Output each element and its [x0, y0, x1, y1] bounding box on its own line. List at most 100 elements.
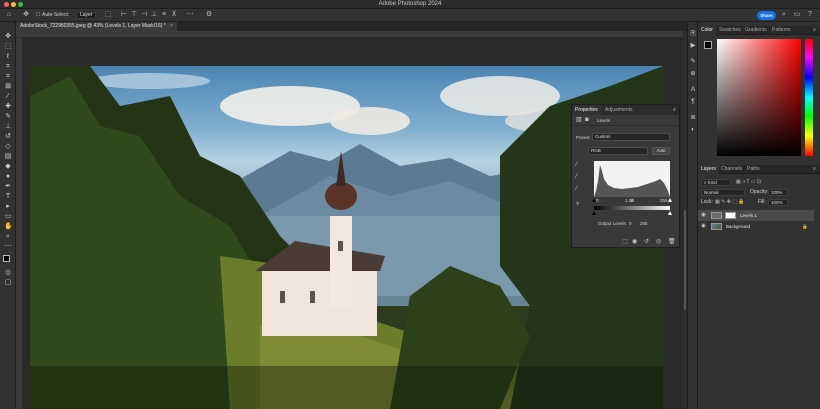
hue-slider[interactable] [805, 39, 813, 156]
gradient-tool-icon[interactable]: ▤ [4, 153, 12, 161]
clone-source-icon[interactable]: ⊕ [689, 70, 697, 78]
align-center-icon[interactable]: ⊤ [130, 11, 138, 19]
align-middle-icon[interactable]: ≡ [160, 11, 168, 19]
clip-icon[interactable]: ⚲ [576, 201, 579, 207]
filter-icons[interactable]: ▦ ◑ T ▭ ⊡ [736, 177, 761, 187]
lock-icons[interactable]: ▦ ✎ ✥ ⬚ 🔒 [715, 197, 745, 207]
input-white-slider[interactable] [668, 198, 672, 202]
type-tool-icon[interactable]: T [4, 193, 12, 201]
reset-icon[interactable]: ↺ [644, 238, 649, 246]
move-tool-icon[interactable]: ✥ [4, 33, 12, 41]
tab-swatches[interactable]: Swatches [716, 26, 744, 35]
rectangle-tool-icon[interactable]: ▭ [4, 213, 12, 221]
mask-icon[interactable]: ◙ [585, 116, 589, 124]
layer-mask-thumbnail[interactable] [725, 212, 736, 219]
history-icon[interactable]: ⎘ [689, 30, 697, 38]
visibility-eye-icon[interactable]: ◉ [701, 210, 706, 221]
edit-toolbar-icon[interactable]: ⋯ [4, 243, 12, 251]
panel-menu-icon[interactable]: ≡ [810, 26, 819, 35]
clone-stamp-tool-icon[interactable]: ⊥ [4, 123, 12, 131]
delete-icon[interactable]: 🗑 [668, 238, 676, 246]
output-black-value[interactable]: 0 [629, 221, 632, 226]
dodge-tool-icon[interactable]: ● [4, 173, 12, 181]
settings-gear-icon[interactable]: ⚙ [205, 11, 213, 19]
tab-adjustments[interactable]: Adjustments [602, 105, 636, 115]
tab-gradients[interactable]: Gradients [742, 26, 770, 35]
color-picker-field[interactable] [717, 39, 801, 156]
eraser-tool-icon[interactable]: ◇ [4, 143, 12, 151]
align-top-icon[interactable]: ⊥ [150, 11, 158, 19]
layer-row-levels[interactable]: ◉ Levels 1 [698, 210, 814, 221]
home-icon[interactable]: ⌂ [5, 11, 13, 19]
tab-channels[interactable]: Channels [718, 165, 745, 174]
move-tool-icon[interactable]: ✥ [22, 11, 30, 19]
marquee-tool-icon[interactable]: ⬚ [4, 43, 12, 51]
layer-row-background[interactable]: ◉ Background 🔒 [698, 221, 814, 232]
foreground-color-swatch[interactable] [3, 255, 10, 262]
output-black-slider[interactable] [592, 211, 596, 215]
path-selection-tool-icon[interactable]: ▸ [4, 203, 12, 211]
auto-select-checkbox[interactable]: ☐ [34, 11, 42, 19]
auto-select-target-dropdown[interactable]: Layer [76, 12, 96, 19]
properties-icon[interactable]: ≣ [689, 114, 697, 122]
tab-properties[interactable]: Properties [572, 105, 601, 115]
opacity-input[interactable]: 100% [768, 189, 788, 196]
fill-input[interactable]: 100% [768, 199, 788, 206]
share-button[interactable]: Share [757, 11, 776, 20]
layers-panel-menu-icon[interactable]: ≡ [810, 165, 819, 174]
properties-menu-icon[interactable]: ≡ [670, 105, 679, 115]
search-icon[interactable]: ⌕ [780, 11, 788, 19]
view-previous-icon[interactable]: ◉ [632, 238, 637, 246]
crop-tool-icon[interactable]: ⌗ [4, 73, 12, 81]
white-point-eyedropper-icon[interactable]: ⁄ [576, 185, 577, 193]
brush-tool-icon[interactable]: ✎ [4, 113, 12, 121]
preset-dropdown[interactable]: Custom [592, 133, 670, 141]
zoom-tool-icon[interactable]: ⌕ [4, 233, 12, 241]
tab-layers[interactable]: Layers [698, 165, 720, 174]
character-icon[interactable]: A [689, 86, 697, 94]
lasso-tool-icon[interactable]: ℓ [4, 53, 12, 61]
paragraph-icon[interactable]: ¶ [689, 98, 697, 106]
document-tab[interactable]: AdobeStock_722960355.jpeg @ 43% (Levels … [16, 22, 178, 31]
toggle-visibility-icon[interactable]: ◎ [656, 238, 661, 246]
hand-tool-icon[interactable]: ✋ [4, 223, 13, 231]
tab-paths[interactable]: Paths [744, 165, 763, 174]
healing-brush-tool-icon[interactable]: ✚ [4, 103, 12, 111]
transform-controls-icon[interactable]: ⬚ [104, 11, 112, 19]
layer-filter-dropdown[interactable]: ⌕ Kind [701, 179, 731, 186]
adjustments-icon[interactable]: ◐ [689, 126, 697, 134]
input-white-value[interactable]: 255 [660, 198, 668, 203]
frame-tool-icon[interactable]: ⊠ [4, 83, 12, 91]
pen-tool-icon[interactable]: ✒ [4, 183, 12, 191]
object-selection-tool-icon[interactable]: ⌗ [4, 63, 12, 71]
brushes-icon[interactable]: ✎ [689, 58, 697, 66]
color-panel-foreground-swatch[interactable] [704, 41, 712, 49]
black-point-eyedropper-icon[interactable]: ⁄ [576, 161, 577, 169]
align-bottom-icon[interactable]: ⊼ [170, 11, 178, 19]
actions-icon[interactable]: ▶ [689, 42, 697, 50]
blend-mode-dropdown[interactable]: Normal [701, 189, 745, 196]
help-icon[interactable]: ? [806, 11, 814, 19]
eyedropper-tool-icon[interactable]: ⁄ [4, 93, 12, 101]
output-white-value[interactable]: 255 [640, 221, 648, 226]
screen-mode-icon[interactable]: ▢ [4, 279, 12, 287]
input-black-value[interactable]: 0 [596, 198, 599, 203]
history-brush-tool-icon[interactable]: ↺ [4, 133, 12, 141]
align-left-icon[interactable]: ⊢ [120, 11, 128, 19]
clip-to-layer-icon[interactable]: ⬚ [622, 238, 628, 246]
visibility-eye-icon[interactable]: ◉ [701, 221, 706, 232]
auto-button[interactable]: Auto [652, 147, 670, 155]
document-image[interactable] [30, 66, 663, 409]
gray-point-eyedropper-icon[interactable]: ⁄ [576, 173, 577, 181]
tab-patterns[interactable]: Patterns [769, 26, 794, 35]
blur-tool-icon[interactable]: ◆ [4, 163, 12, 171]
tab-color[interactable]: Color [698, 26, 716, 35]
align-right-icon[interactable]: ⊣ [140, 11, 148, 19]
channel-dropdown[interactable]: RGB [588, 147, 648, 155]
output-white-slider[interactable] [668, 211, 672, 215]
input-gamma-value[interactable]: 1.00 [625, 198, 634, 203]
close-tab-icon[interactable]: × [170, 23, 173, 29]
vertical-scroll-thumb[interactable] [684, 210, 686, 310]
more-options-icon[interactable]: ⋯ [186, 11, 194, 19]
workspace-icon[interactable]: ▭ [793, 11, 801, 19]
